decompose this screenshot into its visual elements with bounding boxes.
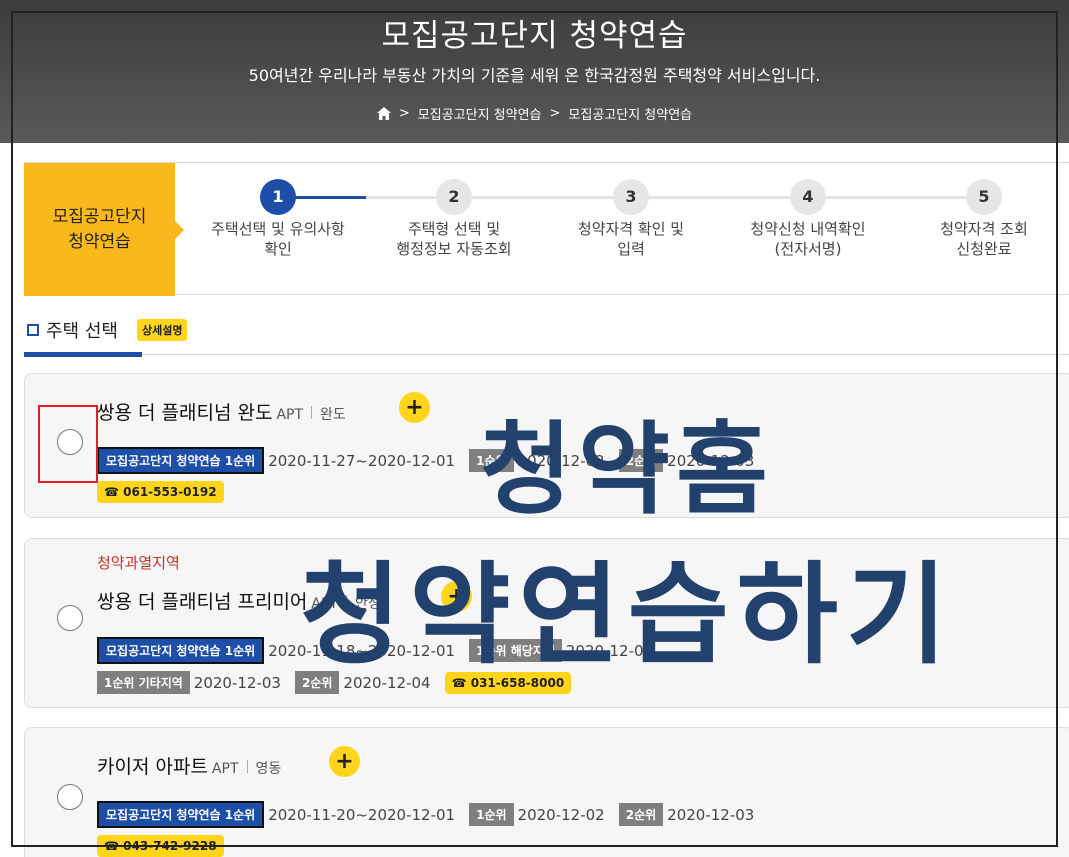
step-number: 3 [613,179,649,215]
step-5: 5 청약자격 조회 신청완료 [894,179,1069,259]
section-underline [24,352,142,357]
stepper-label-text: 모집공고단지 청약연습 [52,206,147,252]
plus-icon[interactable]: + [441,581,472,612]
schedule-row: 모집공고단지 청약연습 1순위 2020-11-27~2020-12-01 1순… [97,447,768,474]
listing-type: APT [276,407,304,423]
listing-name: 쌍용 더 플래티넘 프리미어 [97,591,308,613]
listing-name: 쌍용 더 플래티넘 완도 [97,402,273,424]
rank1-other-badge: 1순위 기타지역 [97,671,190,694]
step-label: 주택선택 및 유의사항 확인 [211,220,345,258]
step-label: 청약자격 확인 및 입력 [577,220,685,258]
rank1-badge: 1순위 해당지역 [469,639,562,662]
select-radio[interactable] [57,605,83,631]
practice-badge: 모집공고단지 청약연습 1순위 [97,447,265,474]
home-icon[interactable] [376,107,391,120]
contact-row: ☎ 061-553-0192 [97,481,224,503]
chevron-right-icon: > [398,106,410,121]
contact-row: ☎ 043-742-9228 [97,835,224,857]
apply-period: 2020-11-20~2020-12-01 [268,805,456,824]
step-2: 2 주택형 선택 및 행정정보 자동조회 [364,179,544,259]
select-radio[interactable] [57,784,83,810]
listing-type: APT [311,596,338,612]
chevron-right-icon: > [549,106,561,121]
rank1-badge: 1순위 [469,449,514,472]
step-number: 5 [966,179,1002,215]
listing-card[interactable]: 쌍용 더 플래티넘 완도 APT 완도 + 모집공고단지 청약연습 1순위 20… [24,373,1069,518]
stepper-label: 모집공고단지 청약연습 [24,163,184,296]
rank2-badge: 2순위 [618,449,664,472]
step-label: 주택형 선택 및 행정정보 자동조회 [396,220,512,258]
divider [246,760,248,773]
listing-name: 카이저 아파트 [97,756,208,778]
rank2-date: 2020-12-03 [667,805,755,824]
divider [345,595,347,608]
listing-type: APT [211,761,239,777]
header-banner: 모집공고단지 청약연습 50여년간 우리나라 부동산 가치의 기준을 세워 온 … [0,0,1069,143]
phone-badge[interactable]: ☎ 031-658-8000 [444,671,572,694]
listing-location: 완도 [320,407,346,423]
page-subtitle: 50여년간 우리나라 부동산 가치의 기준을 세워 온 한국감정원 주택청약 서… [248,66,821,85]
page: 모집공고단지 청약연습 50여년간 우리나라 부동산 가치의 기준을 세워 온 … [0,0,1069,857]
region-label: 청약과열지역 [97,554,180,572]
practice-badge: 모집공고단지 청약연습 1순위 [97,637,265,664]
plus-icon[interactable]: + [329,746,360,777]
rank1-other-date: 2020-12-03 [193,673,281,692]
listing-title-row: 카이저 아파트 APT 영동 [97,752,281,779]
rank2-badge: 2순위 [294,671,340,694]
apply-period: 2020-11-27~2020-12-01 [268,451,456,470]
rank2-date: 2020-12-04 [343,673,431,692]
listing-location: 영동 [255,761,282,777]
listing-location: 안성 [354,596,381,612]
square-bullet-icon [27,324,39,336]
step-label: 청약자격 조회 신청완료 [940,220,1028,258]
step-number: 2 [436,179,472,215]
progress-stepper: 모집공고단지 청약연습 1 주택선택 및 유의사항 확인 2 주택형 선택 및 … [24,162,1069,296]
listing-title-row: 쌍용 더 플래티넘 프리미어 APT 안성 [97,587,381,614]
section-header: 주택 선택 상세설명 [24,315,1069,357]
phone-badge[interactable]: ☎ 061-553-0192 [97,481,224,503]
detail-button[interactable]: 상세설명 [137,319,188,341]
breadcrumb: > 모집공고단지 청약연습 > 모집공고단지 청약연습 [0,104,1069,123]
schedule-row: 모집공고단지 청약연습 1순위 2020-11-20~2020-12-01 1순… [97,801,768,828]
step-1: 1 주택선택 및 유의사항 확인 [188,179,368,259]
step-label: 청약신청 내역확인 (전자서명) [750,220,866,258]
schedule-row-2: 1순위 기타지역 2020-12-03 2순위 2020-12-04 ☎ 031… [97,671,572,694]
listing-card[interactable]: 카이저 아파트 APT 영동 + 모집공고단지 청약연습 1순위 2020-11… [24,727,1069,857]
listing-card[interactable]: 청약과열지역 쌍용 더 플래티넘 프리미어 APT 안성 + 모집공고단지 청약… [24,538,1069,708]
rank1-badge: 1순위 [469,803,514,826]
rank2-badge: 2순위 [618,803,664,826]
practice-badge: 모집공고단지 청약연습 1순위 [97,801,265,828]
phone-badge[interactable]: ☎ 043-742-9228 [97,835,224,857]
step-number: 4 [790,179,826,215]
section-title: 주택 선택 [46,321,118,342]
step-3: 3 청약자격 확인 및 입력 [541,179,721,259]
divider [311,406,313,419]
highlight-box [38,405,98,483]
rank1-date: 2020-12-02 [517,805,605,824]
rank1-date: 2020-12-02 [517,451,605,470]
step-4: 4 청약신청 내역확인 (전자서명) [718,179,898,259]
page-title: 모집공고단지 청약연습 [381,18,688,54]
listing-title-row: 쌍용 더 플래티넘 완도 APT 완도 [97,398,346,425]
breadcrumb-item[interactable]: 모집공고단지 청약연습 [418,104,542,123]
breadcrumb-item-current[interactable]: 모집공고단지 청약연습 [568,104,692,123]
rank2-date: 2020-12-03 [667,451,755,470]
schedule-row: 모집공고단지 청약연습 1순위 2020-11-18~2020-12-01 1순… [97,637,667,664]
apply-period: 2020-11-18~2020-12-01 [268,641,456,660]
plus-icon[interactable]: + [399,392,430,423]
rank1-date: 2020-12-02 [565,641,654,660]
step-number: 1 [260,179,296,215]
